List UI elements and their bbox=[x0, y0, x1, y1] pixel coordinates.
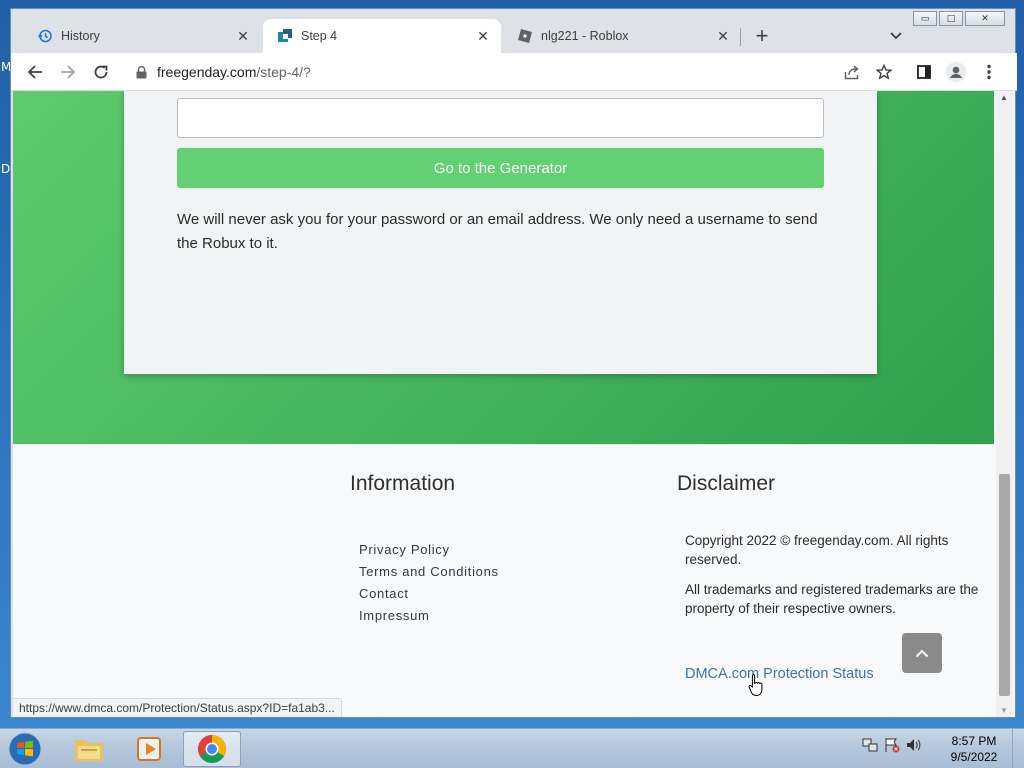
network-icon[interactable] bbox=[862, 737, 878, 758]
taskbar-explorer[interactable] bbox=[60, 731, 118, 767]
go-to-generator-button[interactable]: Go to the Generator bbox=[177, 148, 824, 188]
taskbar-chrome[interactable] bbox=[183, 731, 241, 767]
contact-link[interactable]: Contact bbox=[359, 583, 499, 605]
window-controls: ▭ □ ✕ bbox=[913, 11, 1005, 26]
disclaimer-heading: Disclaimer bbox=[677, 472, 776, 495]
site-favicon bbox=[277, 28, 293, 44]
new-tab-icon[interactable]: + bbox=[749, 23, 775, 49]
privacy-note: We will never ask you for your password … bbox=[177, 211, 818, 252]
impressum-link[interactable]: Impressum bbox=[359, 605, 499, 627]
tab-search-chevron-icon[interactable] bbox=[883, 23, 909, 49]
tab-separator bbox=[740, 28, 741, 46]
clock-time: 8:57 PM bbox=[951, 734, 997, 748]
terms-link[interactable]: Terms and Conditions bbox=[359, 561, 499, 583]
scroll-to-top-button[interactable] bbox=[902, 633, 942, 673]
dmca-image-alt[interactable]: DMCA.com Protection Status bbox=[685, 666, 874, 682]
hand-pointer-cursor-icon bbox=[748, 674, 763, 697]
url-host: freegenday.com bbox=[157, 64, 257, 80]
information-heading: Information bbox=[350, 472, 456, 495]
minimize-button[interactable]: ▭ bbox=[913, 11, 937, 26]
tab-roblox[interactable]: nlg221 - Roblox ✕ bbox=[503, 19, 741, 53]
vertical-scrollbar[interactable]: ▲ ▼ bbox=[996, 91, 1013, 717]
reload-icon[interactable] bbox=[87, 58, 115, 86]
bookmark-star-icon[interactable] bbox=[870, 58, 898, 86]
chevron-up-icon bbox=[915, 649, 929, 657]
lock-icon[interactable] bbox=[133, 64, 149, 80]
windows-taskbar: 8:57 PM 9/5/2022 bbox=[0, 728, 1024, 768]
site-footer: Information Privacy Policy Terms and Con… bbox=[13, 444, 994, 717]
start-button[interactable] bbox=[4, 730, 46, 768]
browser-toolbar: freegenday.com/step-4/? bbox=[11, 53, 1017, 91]
close-tab-icon[interactable]: ✕ bbox=[713, 26, 733, 46]
tab-step-4[interactable]: Step 4 ✕ bbox=[263, 19, 501, 53]
action-center-flag-icon[interactable] bbox=[884, 737, 900, 758]
close-tab-icon[interactable]: ✕ bbox=[473, 26, 493, 46]
dmca-badge-link[interactable]: DMCA.com Protection Status bbox=[685, 666, 874, 682]
page-viewport: Go to the Generator We will never ask yo… bbox=[13, 91, 1015, 717]
taskbar-clock[interactable]: 8:57 PM 9/5/2022 bbox=[940, 733, 1008, 765]
maximize-button[interactable]: □ bbox=[939, 11, 963, 26]
tab-title: nlg221 - Roblox bbox=[541, 29, 629, 43]
tab-history[interactable]: History ✕ bbox=[23, 19, 261, 53]
browser-window: ▭ □ ✕ History ✕ Step 4 ✕ nlg221 - Roblox… bbox=[10, 8, 1017, 718]
folder-icon bbox=[75, 740, 103, 761]
username-card: Go to the Generator We will never ask yo… bbox=[124, 91, 877, 374]
trademarks-text: All trademarks and registered trademarks… bbox=[685, 582, 979, 616]
history-icon bbox=[37, 28, 53, 44]
clock-date: 9/5/2022 bbox=[950, 750, 998, 764]
forward-arrow-icon[interactable] bbox=[54, 58, 82, 86]
username-input[interactable] bbox=[177, 98, 824, 138]
hero-section: Go to the Generator We will never ask yo… bbox=[13, 91, 994, 444]
footer-links: Privacy Policy Terms and Conditions Cont… bbox=[359, 539, 499, 627]
tab-title: History bbox=[61, 29, 100, 43]
roblox-icon bbox=[517, 28, 533, 44]
volume-icon[interactable] bbox=[906, 737, 922, 758]
tab-strip: History ✕ Step 4 ✕ nlg221 - Roblox ✕ + bbox=[11, 19, 1017, 53]
address-bar[interactable]: freegenday.com/step-4/? bbox=[123, 57, 823, 87]
tab-title: Step 4 bbox=[301, 29, 338, 43]
scroll-down-arrow-icon[interactable]: ▼ bbox=[1000, 706, 1008, 715]
link-status-bubble: https://www.dmca.com/Protection/Status.a… bbox=[13, 698, 342, 717]
copyright-text: Copyright 2022 © freegenday.com. All rig… bbox=[685, 533, 949, 567]
show-desktop-button[interactable] bbox=[1012, 729, 1024, 768]
menu-kebab-icon[interactable] bbox=[975, 58, 1003, 86]
back-arrow-icon[interactable] bbox=[21, 58, 49, 86]
side-panel-icon[interactable] bbox=[910, 58, 938, 86]
close-window-button[interactable]: ✕ bbox=[965, 11, 1005, 26]
windows-logo-icon bbox=[8, 732, 42, 766]
url-path: /step-4/? bbox=[256, 64, 311, 80]
privacy-policy-link[interactable]: Privacy Policy bbox=[359, 539, 499, 561]
close-tab-icon[interactable]: ✕ bbox=[233, 26, 253, 46]
profile-avatar-icon[interactable] bbox=[942, 58, 970, 86]
scrollbar-thumb[interactable] bbox=[999, 474, 1010, 696]
system-tray bbox=[862, 737, 922, 758]
media-player-icon bbox=[137, 737, 161, 761]
url-text: freegenday.com/step-4/? bbox=[157, 64, 311, 80]
share-icon[interactable] bbox=[838, 58, 866, 86]
taskbar-media-player[interactable] bbox=[120, 731, 178, 767]
desktop-icon-label[interactable]: D bbox=[1, 162, 10, 176]
scroll-up-arrow-icon[interactable]: ▲ bbox=[1000, 93, 1008, 102]
chrome-icon bbox=[198, 735, 226, 763]
